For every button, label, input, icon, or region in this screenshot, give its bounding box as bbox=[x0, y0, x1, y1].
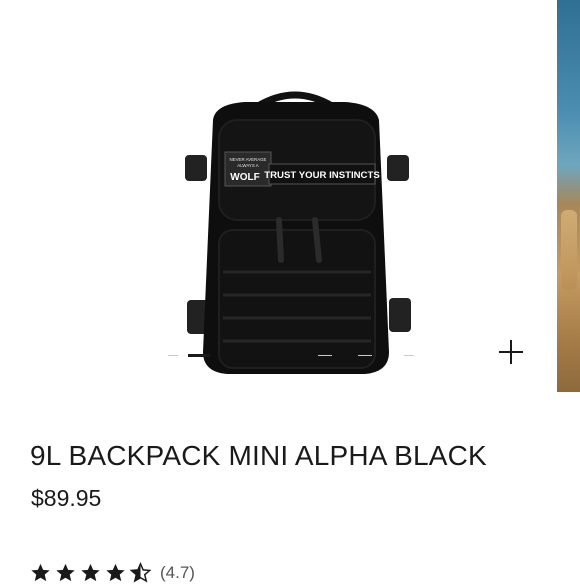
pager-dot[interactable] bbox=[358, 355, 372, 356]
product-rating[interactable]: (4.7) bbox=[29, 561, 195, 585]
plus-icon[interactable] bbox=[498, 339, 524, 365]
patch-slogan-text: TRUST YOUR INSTINCTS bbox=[264, 170, 380, 181]
star-half-icon bbox=[129, 562, 152, 583]
rating-count[interactable]: (4.7) bbox=[160, 563, 195, 583]
buckle-left-top bbox=[185, 155, 207, 181]
pager-dot[interactable] bbox=[318, 355, 332, 356]
star-icon bbox=[81, 563, 100, 582]
star-icon bbox=[31, 563, 50, 582]
patch-small-line-1: NEVER AVERAGE bbox=[229, 157, 266, 162]
product-image[interactable]: NEVER AVERAGE ALWAYS A WOLF TRUST YOUR I… bbox=[175, 80, 415, 380]
next-image-preview[interactable] bbox=[557, 0, 580, 392]
backpack-lower-pocket bbox=[218, 229, 376, 369]
gallery-pager[interactable] bbox=[168, 352, 416, 360]
pager-dot-active[interactable] bbox=[188, 354, 210, 357]
buckle-right-top bbox=[387, 155, 409, 181]
product-gallery[interactable]: NEVER AVERAGE ALWAYS A WOLF TRUST YOUR I… bbox=[0, 0, 580, 392]
buckle-right-bottom bbox=[389, 298, 411, 332]
pager-dot[interactable] bbox=[168, 355, 178, 356]
product-title: 9L BACKPACK MINI ALPHA BLACK bbox=[30, 440, 487, 471]
product-price: $89.95 bbox=[31, 485, 102, 511]
patch-brand: WOLF bbox=[230, 172, 259, 183]
patch-small-line-2: ALWAYS A bbox=[237, 163, 258, 168]
star-icon bbox=[56, 563, 75, 582]
rock-shape bbox=[561, 210, 577, 290]
zipper-pull-left bbox=[276, 217, 284, 263]
pager-dot[interactable] bbox=[404, 355, 414, 356]
star-icon bbox=[106, 563, 125, 582]
zipper-pull-right bbox=[312, 217, 322, 263]
